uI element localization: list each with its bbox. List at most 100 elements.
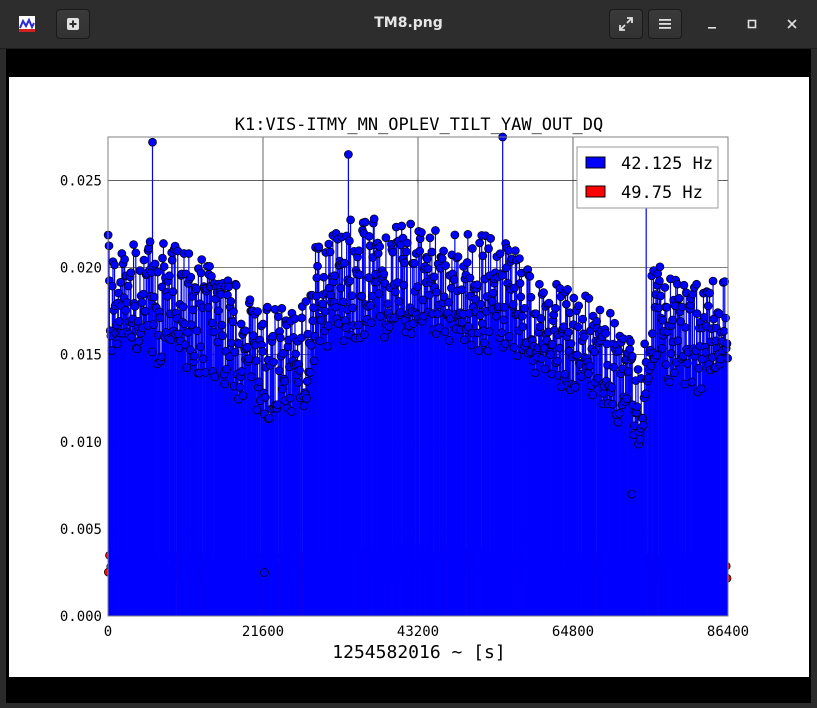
series-42-125hz-point bbox=[477, 319, 487, 328]
series-42-125hz-point bbox=[692, 279, 701, 289]
series-42-125hz-point bbox=[665, 377, 674, 387]
series-42-125hz-point bbox=[229, 307, 238, 316]
series-42-125hz-point bbox=[539, 288, 548, 297]
series-42-125hz-point bbox=[535, 279, 544, 289]
series-42-125hz-point bbox=[192, 284, 201, 294]
series-42-125hz-point bbox=[207, 271, 216, 281]
series-42-125hz-point bbox=[592, 317, 602, 326]
series-42-125hz-point bbox=[627, 489, 637, 499]
series-42-125hz-point bbox=[566, 339, 576, 348]
series-42-125hz-point bbox=[192, 326, 202, 336]
series-42-125hz-point bbox=[273, 400, 282, 410]
series-42-125hz-point bbox=[230, 347, 240, 357]
series-42-125hz-point bbox=[110, 260, 119, 270]
series-42-125hz-point bbox=[131, 248, 141, 258]
fullscreen-button[interactable] bbox=[609, 9, 643, 39]
series-42-125hz-point bbox=[466, 340, 476, 350]
series-42-125hz-point bbox=[360, 217, 370, 227]
series-42-125hz-point bbox=[423, 264, 433, 274]
series-42-125hz-point bbox=[497, 328, 506, 338]
series-42-125hz-point bbox=[330, 271, 340, 281]
x-tick-label: 43200 bbox=[397, 624, 439, 640]
x-tick-label: 86400 bbox=[707, 624, 749, 640]
series-42-125hz-point bbox=[535, 322, 545, 332]
series-42-125hz-point bbox=[633, 365, 643, 374]
y-tick-label: 0.000 bbox=[60, 609, 102, 625]
series-42-125hz-point bbox=[323, 321, 333, 330]
legend-label-red: 49.75 Hz bbox=[621, 183, 703, 203]
series-42-125hz-point bbox=[569, 293, 579, 303]
series-42-125hz-point bbox=[116, 278, 125, 287]
series-42-125hz-point bbox=[268, 331, 278, 341]
series-42-125hz-point bbox=[660, 283, 670, 292]
series-42-125hz-point bbox=[425, 233, 435, 243]
series-42-125hz-point bbox=[394, 297, 404, 306]
series-42-125hz-point bbox=[484, 327, 494, 336]
series-42-125hz-point bbox=[340, 258, 349, 268]
series-42-125hz-point bbox=[149, 320, 158, 329]
series-42-125hz-point bbox=[547, 369, 557, 379]
series-42-125hz-point bbox=[517, 311, 527, 321]
series-42-125hz-point bbox=[504, 332, 514, 341]
series-42-125hz-point bbox=[674, 293, 684, 303]
series-42-125hz-point bbox=[383, 299, 393, 309]
y-axis-ticks: 0.000 0.005 0.010 0.015 0.020 0.025 bbox=[60, 174, 102, 625]
series-42-125hz-point bbox=[536, 314, 546, 323]
series-42-125hz-point bbox=[509, 343, 519, 352]
series-42-125hz-point bbox=[253, 307, 262, 316]
series-42-125hz-point bbox=[341, 323, 351, 332]
series-42-125hz-point bbox=[347, 291, 357, 301]
x-axis-ticks: 0 21600 43200 64800 86400 bbox=[104, 624, 749, 640]
series-42-125hz-point bbox=[197, 255, 207, 264]
series-42-125hz-point bbox=[687, 377, 697, 387]
series-42-125hz-point bbox=[149, 292, 159, 302]
series-42-125hz-point bbox=[122, 298, 132, 307]
series-42-125hz-point bbox=[222, 364, 231, 374]
series-42-125hz-point bbox=[595, 305, 605, 315]
series-42-125hz-point bbox=[210, 372, 220, 382]
series-42-125hz-point bbox=[346, 215, 355, 225]
series-42-125hz-point bbox=[196, 342, 205, 352]
series-42-125hz-point bbox=[315, 336, 325, 346]
series-42-125hz-point bbox=[159, 262, 169, 271]
chart-title: K1:VIS-ITMY_MN_OPLEV_TILT_YAW_OUT_DQ bbox=[235, 115, 603, 135]
series-42-125hz-point bbox=[374, 289, 384, 298]
menu-button[interactable] bbox=[648, 9, 682, 39]
series-42-125hz-point bbox=[483, 346, 493, 356]
series-42-125hz-point bbox=[364, 232, 374, 241]
series-42-125hz-point bbox=[302, 376, 312, 386]
maximize-button[interactable] bbox=[741, 13, 763, 35]
series-42-125hz-point bbox=[516, 292, 526, 302]
series-42-125hz-point bbox=[563, 285, 572, 294]
close-button[interactable] bbox=[781, 13, 803, 35]
series-42-125hz-point bbox=[462, 258, 472, 267]
series-42-125hz-point bbox=[357, 291, 367, 301]
series-42-125hz-point bbox=[515, 254, 524, 263]
series-42-125hz-point bbox=[623, 367, 633, 376]
series-42-125hz-point bbox=[432, 287, 442, 297]
series-42-125hz-point bbox=[614, 346, 624, 356]
series-42-125hz-point bbox=[407, 329, 416, 338]
series-42-125hz-point bbox=[153, 267, 163, 277]
series-42-125hz-point bbox=[480, 338, 489, 348]
series-42-125hz-point bbox=[345, 276, 355, 286]
series-42-125hz-point bbox=[302, 394, 311, 403]
series-42-125hz-point bbox=[217, 320, 227, 330]
series-42-125hz-point bbox=[320, 307, 330, 316]
series-42-125hz-point bbox=[188, 305, 198, 315]
series-42-125hz-point bbox=[339, 336, 349, 346]
series-42-125hz-point bbox=[127, 332, 136, 342]
series-42-125hz-point bbox=[228, 317, 238, 327]
series-42-125hz-point bbox=[512, 351, 522, 361]
series-42-125hz-point bbox=[655, 276, 664, 286]
series-42-125hz-point bbox=[422, 254, 432, 264]
series-42-125hz-point bbox=[590, 347, 599, 357]
series-42-125hz-point bbox=[601, 329, 611, 338]
minimize-button[interactable] bbox=[701, 13, 723, 35]
series-42-125hz-point bbox=[294, 377, 303, 387]
series-42-125hz-point bbox=[107, 281, 117, 291]
series-42-125hz-point bbox=[615, 409, 624, 418]
series-42-125hz-point bbox=[424, 290, 434, 300]
series-42-125hz-point bbox=[444, 297, 453, 307]
window-titlebar: TM8.png bbox=[0, 0, 817, 49]
